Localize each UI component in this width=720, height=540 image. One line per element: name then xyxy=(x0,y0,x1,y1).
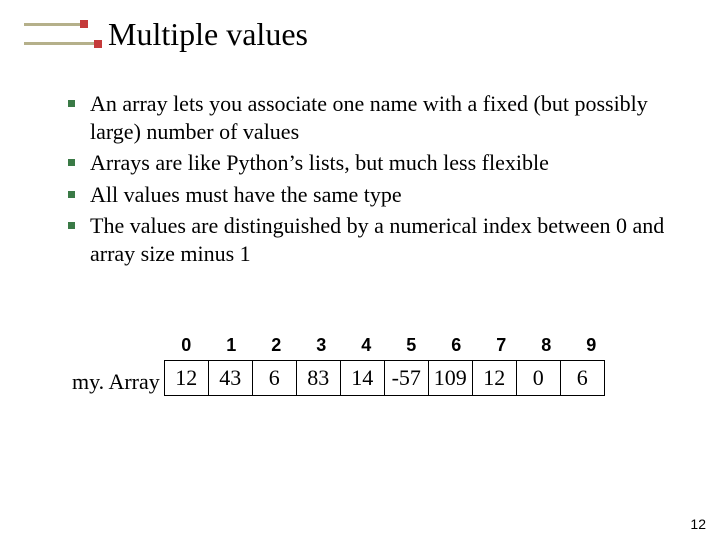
array-index: 2 xyxy=(254,335,299,360)
array-index: 4 xyxy=(344,335,389,360)
title-decoration-icon xyxy=(24,23,96,45)
bullet-item: An array lets you associate one name wit… xyxy=(62,90,680,145)
array-label: my. Array xyxy=(72,335,160,395)
array-value: -57 xyxy=(384,360,429,396)
array-index: 9 xyxy=(569,335,614,360)
array-value-row: 12 43 6 83 14 -57 109 12 0 6 xyxy=(164,360,614,396)
array-value: 6 xyxy=(560,360,605,396)
array-index: 7 xyxy=(479,335,524,360)
array-value: 14 xyxy=(340,360,385,396)
bullet-item: Arrays are like Python’s lists, but much… xyxy=(62,149,680,177)
array-value: 109 xyxy=(428,360,473,396)
array-diagram: my. Array 0 1 2 3 4 5 6 7 8 9 12 43 xyxy=(72,335,680,396)
array-value: 0 xyxy=(516,360,561,396)
array-index: 1 xyxy=(209,335,254,360)
body-text: An array lets you associate one name wit… xyxy=(62,90,680,271)
bullet-item: The values are distinguished by a numeri… xyxy=(62,212,680,267)
page-number: 12 xyxy=(690,516,706,532)
title-row: Multiple values xyxy=(24,18,696,50)
array-index: 5 xyxy=(389,335,434,360)
array-index: 0 xyxy=(164,335,209,360)
array-index-row: 0 1 2 3 4 5 6 7 8 9 xyxy=(164,335,614,360)
array-value: 6 xyxy=(252,360,297,396)
array-index: 3 xyxy=(299,335,344,360)
array-value: 83 xyxy=(296,360,341,396)
bullet-item: All values must have the same type xyxy=(62,181,680,209)
slide-title: Multiple values xyxy=(108,18,308,50)
slide: Multiple values An array lets you associ… xyxy=(0,0,720,540)
array-value: 12 xyxy=(164,360,209,396)
array-index: 8 xyxy=(524,335,569,360)
array-value: 12 xyxy=(472,360,517,396)
array-index: 6 xyxy=(434,335,479,360)
array-value: 43 xyxy=(208,360,253,396)
